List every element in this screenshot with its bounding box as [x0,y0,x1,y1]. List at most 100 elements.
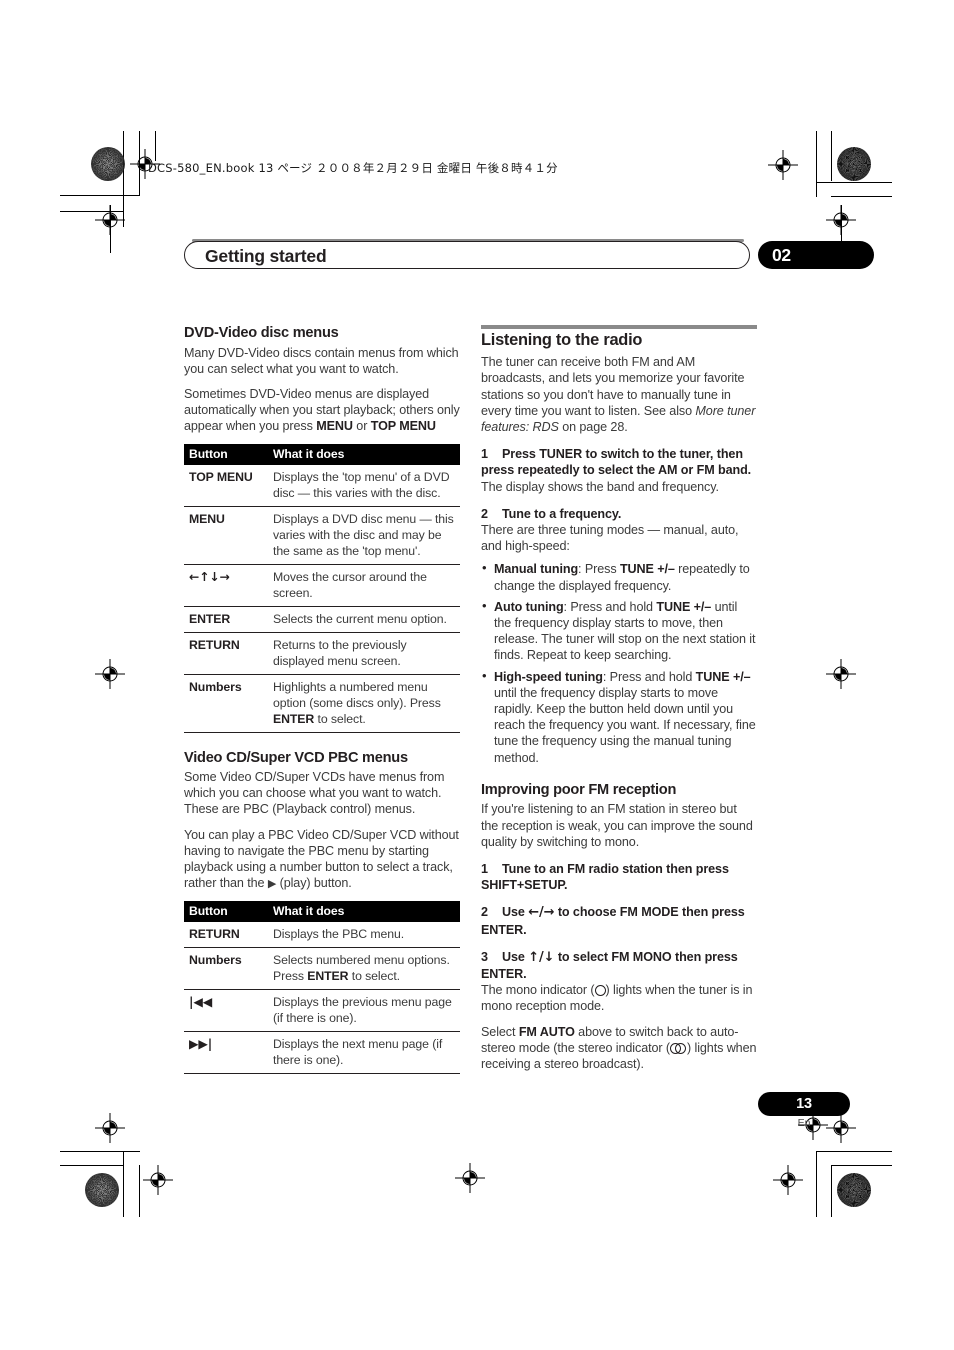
table-cell-desc: Returns to the previously displayed menu… [268,632,460,675]
table-cell-key: Numbers [184,674,268,733]
bullet-label: Manual tuning [494,562,579,577]
pbc-p2-post: (play) button. [276,876,352,891]
desc-bold-enter: ENTER [307,969,349,984]
crop-line-top-left-horizontal [60,195,140,196]
desc-pre: Highlights a numbered menu option (some … [273,679,441,710]
page-title: Getting started [205,246,327,266]
table-cell-desc: Selects the current menu option. [268,606,460,633]
running-head: Getting started [184,241,750,269]
registration-mark-bottom-left [143,1165,173,1195]
crop-line-left-upper-tick [110,205,111,253]
table-cell-desc: Moves the cursor around the screen. [268,564,460,607]
halftone-dot-top-left [91,147,125,181]
bullet-pre: : Press [578,562,620,577]
radio-intro-paragraph: The tuner can receive both FM and AM bro… [481,354,757,435]
table-row: |◀◀ Displays the previous menu page (if … [184,989,460,1033]
table-header-button: Button [184,901,268,923]
step-number: 2 [481,506,488,521]
crop-line-top-right-horizontal-2 [831,196,892,197]
page-language-code: En [797,1117,811,1129]
left-right-arrow-icon: ←/→ [528,905,555,921]
mono-indicator-icon [594,984,606,997]
table-cell-desc: Highlights a numbered menu option (some … [268,674,460,733]
table-cell-desc: Displays the next menu page (if there is… [268,1031,460,1075]
fm-auto-closing-paragraph: Select FM AUTO above to switch back to a… [481,1024,757,1073]
halftone-dot-bottom-right [837,1173,871,1207]
registration-mark-left-middle [95,659,125,689]
table-cell-desc: Displays a DVD disc menu — this varies w… [268,506,460,565]
step-number: 1 [481,447,488,462]
radio-step-2-title: 2 Tune to a frequency. [481,506,757,522]
cursor-arrows-icon: ←↑↓→ [184,564,268,607]
fm-step-3-body: The mono indicator () lights when the tu… [481,982,757,1014]
step-title-text: Press TUNER to switch to the tuner, then… [481,447,752,478]
table-row: ←↑↓→ Moves the cursor around the screen. [184,564,460,607]
page-number: 13 [796,1096,812,1112]
table-cell-desc: Displays the previous menu page (if ther… [268,989,460,1033]
table-header-what-it-does: What it does [268,901,460,923]
crop-line-bottom-left-vertical [123,1151,124,1217]
crop-line-bottom-right-vertical [816,1151,817,1217]
table-row: RETURN Displays the PBC menu. [184,922,460,949]
bullet-pre: : Press and hold [563,599,657,614]
table-row: ENTER Selects the current menu option. [184,606,460,633]
right-column: Listening to the radio The tuner can rec… [481,325,757,1081]
dvd-menus-p2-bold-topmenu: TOP MENU [370,419,436,434]
crop-line-top-right-horizontal [816,182,892,183]
step-title-text: Tune to a frequency. [502,506,622,521]
crop-line-top-right-vertical [816,131,817,197]
previous-track-icon: |◀◀ [184,989,268,1033]
table-cell-key: ENTER [184,606,268,633]
heading-listening-to-the-radio: Listening to the radio [481,330,643,349]
bullet-pre: : Press and hold [602,669,696,684]
heading-dvd-video-disc-menus: DVD-Video disc menus [184,325,339,341]
dvd-menus-p2-bold-menu: MENU [316,419,353,434]
pbc-menus-paragraph-1: Some Video CD/Super VCDs have menus from… [184,770,445,817]
step-number: 2 [481,905,488,920]
left-column: DVD-Video disc menus Many DVD-Video disc… [184,325,460,1075]
up-down-arrow-icon: ↑/↓ [528,949,555,965]
bullet-label: High-speed tuning [494,669,603,684]
bullet-bold-tune: TUNE +/– [656,599,712,614]
step-title-pre: Use [502,949,529,964]
table-row: MENU Displays a DVD disc menu — this var… [184,506,460,565]
table-header-button: Button [184,443,268,465]
registration-mark-bottom-right-inner [773,1165,803,1195]
pbc-menus-paragraph-2: You can play a PBC Video CD/Super VCD wi… [184,827,460,893]
crop-line-bottom-left-horizontal [60,1151,140,1152]
closing-pre: Select [481,1024,519,1039]
halftone-dot-bottom-left [85,1173,119,1207]
halftone-dot-top-right [837,147,871,181]
crop-line-bottom-right-horizontal-2 [831,1165,892,1166]
chapter-number: 02 [772,245,791,265]
fm-step-1-title: 1 Tune to an FM radio station then press … [481,861,757,893]
section-rule-listening-to-the-radio [481,325,757,329]
table-cell-desc: Displays the 'top menu' of a DVD disc — … [268,464,460,507]
registration-mark-bottom-center [455,1163,485,1193]
bullet-bold-tune: TUNE +/– [695,669,751,684]
crop-line-top-right-vertical-2 [831,131,832,181]
radio-step-1-title: 1 Press TUNER to switch to the tuner, the… [481,446,757,478]
closing-bold-fm-auto: FM AUTO [518,1024,575,1039]
table-header-what-it-does: What it does [268,443,460,465]
fm-reception-intro: If you're listening to an FM station in … [481,802,753,849]
crop-line-bottom-right-vertical-2 [831,1165,832,1217]
heading-improving-poor-fm-reception: Improving poor FM reception [481,781,677,798]
table-cell-desc: Selects numbered menu options. Press ENT… [268,947,460,991]
table-cell-desc: Displays the PBC menu. [268,922,460,949]
step-number: 3 [481,949,488,964]
heading-video-cd-pbc-menus: Video CD/Super VCD PBC menus [184,749,408,766]
registration-mark-right-middle [826,659,856,689]
table-header-row: Button What it does [184,443,460,465]
table-row: Numbers Highlights a numbered menu optio… [184,674,460,733]
table-row: RETURN Returns to the previously display… [184,632,460,675]
radio-step-2-body: There are three tuning modes — manual, a… [481,523,739,554]
crop-line-bottom-right-horizontal [816,1151,892,1152]
radio-step-1-body: The display shows the band and frequency… [481,479,719,494]
bullet-label: Auto tuning [494,599,564,614]
registration-mark-bottom-left-upper [95,1113,125,1143]
play-icon: ▶ [267,877,277,891]
table-cell-key: RETURN [184,922,268,949]
mono-body-pre: The mono indicator ( [481,983,595,998]
bullet-bold-tune: TUNE +/– [619,562,675,577]
